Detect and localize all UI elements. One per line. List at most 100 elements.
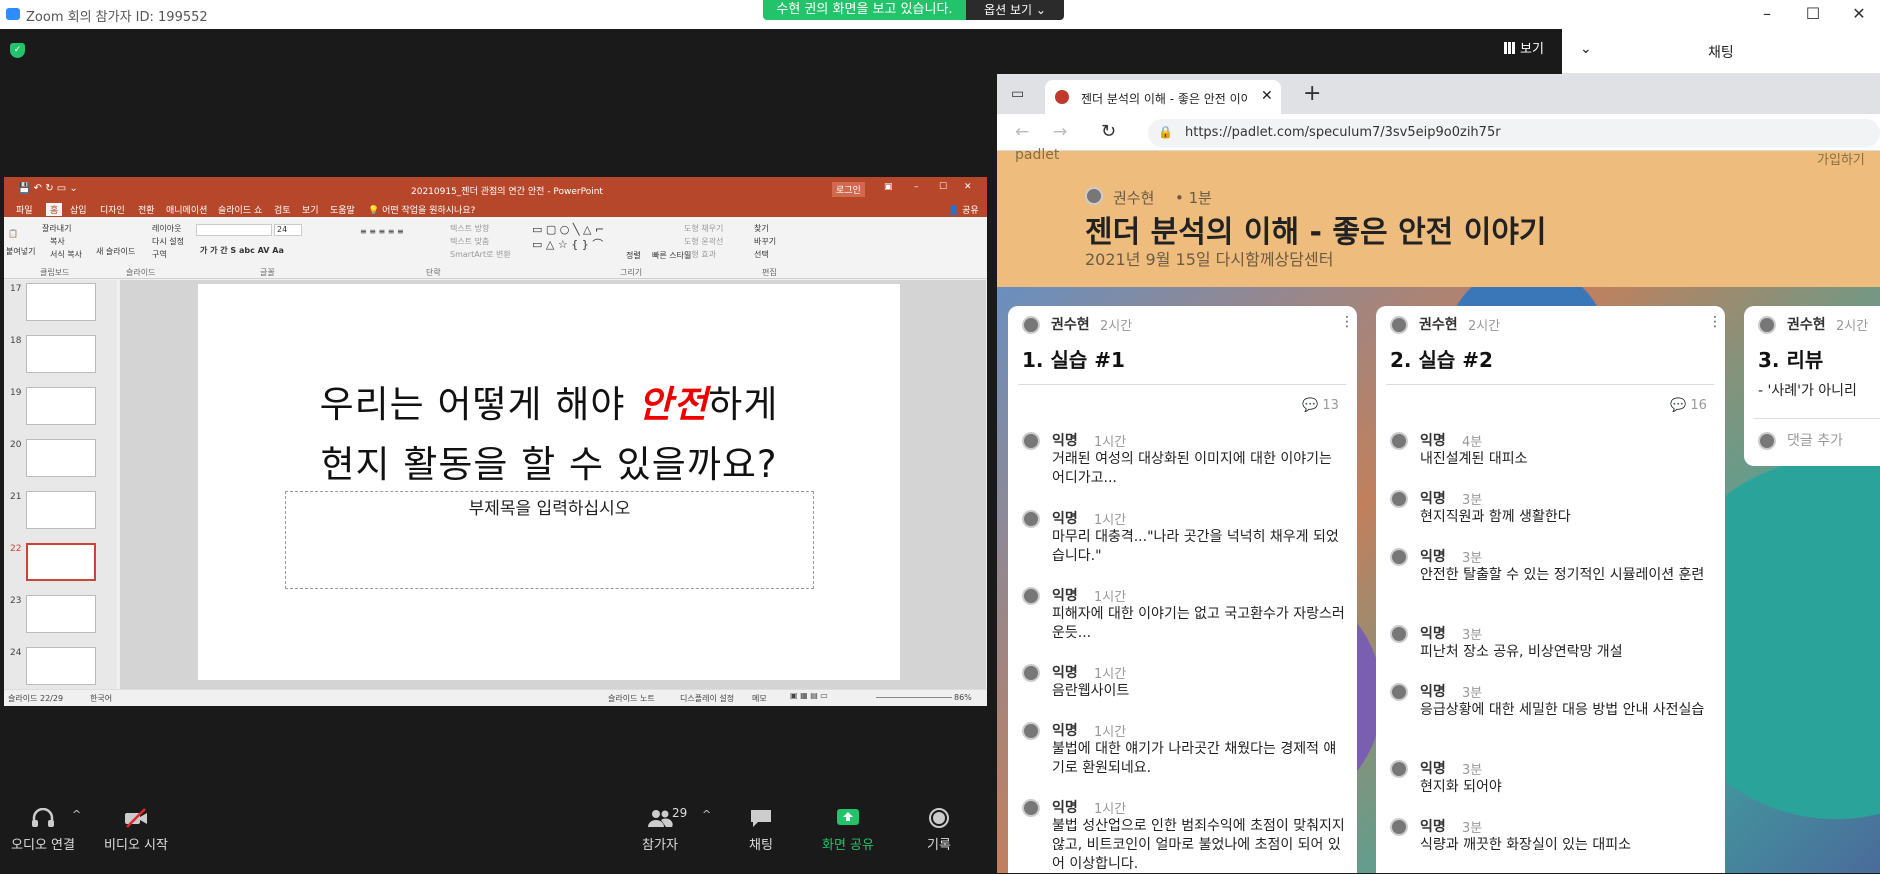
ppt-tab-insert[interactable]: 삽입 xyxy=(70,203,87,216)
share-screen-button[interactable]: 화면 공유 xyxy=(818,808,878,853)
ppt-maximize-icon[interactable]: ☐ xyxy=(939,182,947,192)
font-size-input[interactable]: 24 xyxy=(274,224,302,236)
slide-thumbnail[interactable] xyxy=(26,439,96,477)
shape-fill-button[interactable]: 도형 채우기 xyxy=(684,223,723,234)
slide-title-line2[interactable]: 현지 활동을 할 수 있을까요? xyxy=(198,434,900,488)
ppt-quick-access[interactable]: 💾 ↶ ↻ ▭ ⌄ xyxy=(18,183,78,194)
participants-button[interactable]: 29 참가자 xyxy=(634,806,687,853)
minimize-icon[interactable]: – xyxy=(1757,4,1777,24)
subtitle-placeholder[interactable]: 부제목을 입력하십시오 xyxy=(285,491,814,589)
cut-button[interactable]: 잘라내기 xyxy=(42,223,71,234)
maximize-icon[interactable]: ☐ xyxy=(1803,4,1823,24)
reset-button[interactable]: 다시 설정 xyxy=(152,236,184,247)
display-settings-button[interactable]: 디스플레이 설정 xyxy=(680,693,734,704)
signup-link[interactable]: 가입하기 xyxy=(1817,149,1865,168)
reload-icon[interactable]: ↻ xyxy=(1101,121,1116,142)
zoom-slider[interactable] xyxy=(876,697,952,698)
language-status[interactable]: 한국어 xyxy=(90,693,112,704)
view-options-button[interactable]: 옵션 보기 ⌄ xyxy=(966,0,1064,20)
slide-thumbnail[interactable] xyxy=(26,647,96,685)
comments-button[interactable]: 메모 xyxy=(752,693,767,704)
font-name-input[interactable] xyxy=(196,224,272,236)
font-format-buttons[interactable]: 가 가 간 S abc AV Aa xyxy=(200,245,284,256)
audio-button[interactable]: 오디오 연결 xyxy=(10,807,76,853)
format-painter-button[interactable]: 서식 복사 xyxy=(50,249,82,260)
ppt-tab-home[interactable]: 홈 xyxy=(46,203,63,216)
section-button[interactable]: 구역 xyxy=(152,249,167,260)
notes-button[interactable]: 슬라이드 노트 xyxy=(608,693,655,704)
paste-button[interactable]: 📋 xyxy=(8,229,18,238)
comment-item: 익명 1시간 피해자에 대한 이야기는 없고 국고환수가 자랑스러운듯... xyxy=(1022,585,1348,662)
find-button[interactable]: 찾기 xyxy=(754,223,769,234)
slide-thumbnails-pane[interactable]: 17 18 19 20 21 22 23 24 xyxy=(4,280,117,689)
add-comment-input[interactable]: 댓글 추가 xyxy=(1787,430,1843,450)
new-slide-button[interactable]: 새 슬라이드 xyxy=(96,246,135,257)
shapes-gallery[interactable]: ▭ ▢ ○ ╲ △ ⌐ ▭ △ ☆ { } ⌒ xyxy=(532,223,604,252)
shape-outline-button[interactable]: 도형 윤곽선 xyxy=(684,236,723,247)
chat-button[interactable]: 채팅 xyxy=(744,808,778,853)
video-button[interactable]: 비디오 시작 xyxy=(102,808,170,853)
ppt-ribbon-display-icon[interactable]: ▣ xyxy=(884,182,893,192)
ppt-tell-me[interactable]: 💡 어떤 작업을 원하시나요? xyxy=(368,203,475,216)
url-field[interactable]: 🔒 https://padlet.com/speculum7/3sv5eip9o… xyxy=(1148,119,1880,147)
comment-count[interactable]: 💬 13 xyxy=(1302,398,1339,413)
slide-thumbnail[interactable] xyxy=(26,335,96,373)
ppt-tab-view[interactable]: 보기 xyxy=(302,203,319,216)
ppt-tab-animations[interactable]: 애니메이션 xyxy=(166,203,207,216)
back-icon[interactable]: ← xyxy=(1015,122,1029,142)
ppt-tab-design[interactable]: 디자인 xyxy=(100,203,125,216)
ppt-tab-slideshow[interactable]: 슬라이드 쇼 xyxy=(218,203,262,216)
view-mode-icons[interactable]: ▣ ▦ ▤ ▭ xyxy=(790,691,828,700)
comment-text: 현지화 되어야 xyxy=(1420,779,1502,795)
close-icon[interactable]: ✕ xyxy=(1849,4,1869,24)
more-options-icon[interactable]: ⋮ xyxy=(1708,314,1722,330)
align-text-button[interactable]: 텍스트 맞춤 xyxy=(450,236,489,247)
slide-thumbnail[interactable] xyxy=(26,595,96,633)
ppt-tab-review[interactable]: 검토 xyxy=(274,203,291,216)
ppt-close-icon[interactable]: ✕ xyxy=(964,182,972,192)
more-options-icon[interactable]: ⋮ xyxy=(1340,314,1354,330)
audio-caret-icon[interactable]: ^ xyxy=(72,808,81,821)
copy-button[interactable]: 복사 xyxy=(50,236,65,247)
chat-collapse-icon[interactable]: ⌄ xyxy=(1580,41,1592,57)
padlet-title: 젠더 분석의 이해 - 좋은 안전 이야기 xyxy=(1085,215,1547,250)
record-button[interactable]: 기록 xyxy=(924,808,954,853)
ppt-tab-help[interactable]: 도움말 xyxy=(330,203,355,216)
comment-item: 익명 3분 현지직원과 함께 생활한다 xyxy=(1390,488,1716,546)
avatar xyxy=(1022,316,1040,334)
zoom-level[interactable]: 86% xyxy=(954,693,972,702)
ppt-tab-transitions[interactable]: 전환 xyxy=(138,203,155,216)
forward-icon[interactable]: → xyxy=(1053,122,1067,142)
ppt-tab-file[interactable]: 파일 xyxy=(16,203,33,216)
browser-tab[interactable]: 젠더 분석의 이해 - 좋은 안전 이야 ✕ xyxy=(1045,80,1281,114)
ppt-login-button[interactable]: 로그인 xyxy=(832,182,865,197)
tab-close-icon[interactable]: ✕ xyxy=(1261,88,1273,104)
participants-label: 참가자 xyxy=(642,838,678,853)
shape-effects-button[interactable]: 도형 효과 xyxy=(684,249,716,260)
new-tab-icon[interactable]: + xyxy=(1303,81,1321,106)
slide-thumbnail-selected[interactable] xyxy=(26,543,96,581)
replace-button[interactable]: 바꾸기 xyxy=(754,236,776,247)
slide-thumbnail[interactable] xyxy=(26,387,96,425)
paragraph-buttons[interactable]: ≡ ≡ ≡ ≡ ≡ xyxy=(360,227,404,236)
select-button[interactable]: 선택 xyxy=(754,249,769,260)
text-direction-button[interactable]: 텍스트 방향 xyxy=(450,223,489,234)
current-slide[interactable]: 우리는 어떻게 해야 안전하게 현지 활동을 할 수 있을까요? xyxy=(198,284,900,680)
comment-item: 익명 1시간 불법에 대한 얘기가 나라곳간 채웠다는 경제적 얘기로 환원되네요… xyxy=(1022,720,1348,797)
arrange-button[interactable]: 정렬 xyxy=(626,250,641,261)
participants-caret-icon[interactable]: ^ xyxy=(702,808,711,821)
layout-button[interactable]: 레이아웃 xyxy=(152,223,181,234)
slide-thumbnail[interactable] xyxy=(26,283,96,321)
slide-title-line1[interactable]: 우리는 어떻게 해야 안전하게 xyxy=(198,374,900,428)
security-shield-icon[interactable]: ✓ xyxy=(10,43,25,58)
record-label: 기록 xyxy=(927,838,951,853)
smartart-button[interactable]: SmartArt로 변환 xyxy=(450,249,511,260)
slide-thumbnail[interactable] xyxy=(26,491,96,529)
comment-count[interactable]: 💬 16 xyxy=(1670,398,1707,413)
ppt-share-button[interactable]: 👤 공유 xyxy=(948,203,979,216)
view-button[interactable]: 보기 xyxy=(1504,38,1544,57)
ppt-minimize-icon[interactable]: – xyxy=(914,182,919,192)
paste-label[interactable]: 붙여넣기 xyxy=(6,246,35,257)
padlet-logo[interactable]: padlet xyxy=(1015,147,1059,163)
tab-actions-icon[interactable]: ▭ xyxy=(1011,86,1024,102)
